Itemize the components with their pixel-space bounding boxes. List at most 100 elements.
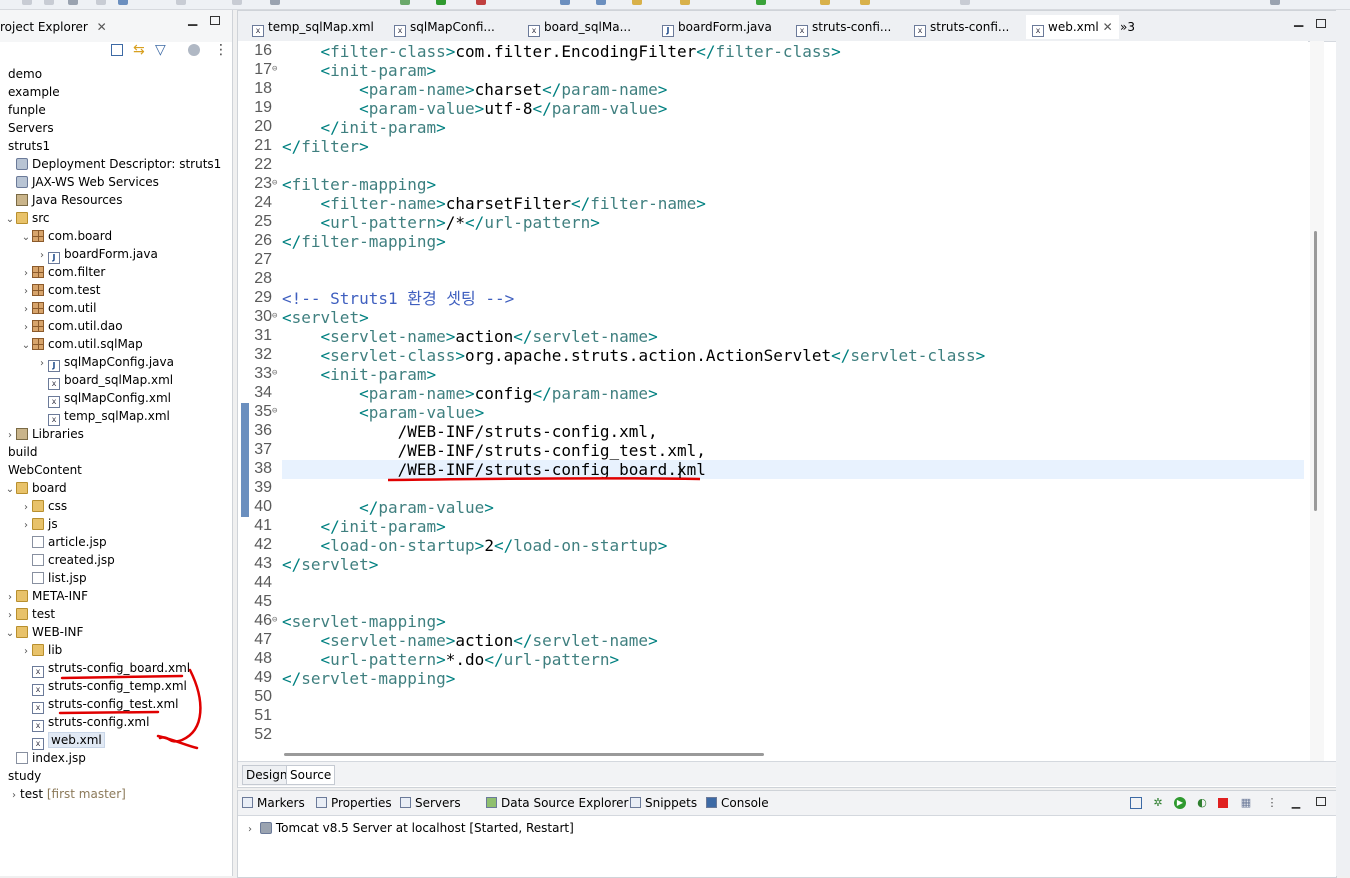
profile-icon[interactable]: ◐ [1196,797,1208,809]
code-line[interactable]: /WEB-INF/struts-config_test.xml, [282,441,706,460]
line-number: 20 [254,118,272,135]
fold-icon[interactable]: ⊖ [272,64,277,74]
code-line[interactable]: <filter-mapping> [282,175,436,194]
data-source-icon [486,797,497,808]
tab-snippets[interactable]: Snippets [630,794,697,812]
code-line[interactable]: </init-param> [282,118,446,137]
code-line[interactable]: <!-- Struts1 환경 셋팅 --> [282,289,514,308]
bottom-tab-bar: Markers Properties Servers Data Source E… [238,791,1336,816]
editor-tab[interactable]: x temp_sqlMap.xml [246,15,380,39]
editor-tab[interactable]: JboardForm.java [656,15,778,39]
editor-tab[interactable]: x struts-confi... [908,15,1015,39]
code-editor[interactable]: 16 <filter-class>com.filter.EncodingFilt… [238,41,1308,761]
code-line[interactable]: <servlet-name>action</servlet-name> [282,327,658,346]
code-line[interactable]: <url-pattern>/*</url-pattern> [282,213,600,232]
code-line[interactable]: <servlet-mapping> [282,612,446,631]
tab-servers[interactable]: Servers [400,794,461,812]
annotation-arrow-tail [156,734,199,750]
main-toolbar [0,0,1350,10]
line-number: 39 [254,479,272,496]
minimize-icon[interactable]: ▁ [1294,13,1303,27]
collapse-icon[interactable] [1130,797,1142,809]
line-number: 29 [254,289,272,306]
fold-icon[interactable]: ⊖ [272,178,277,188]
maximize-icon[interactable] [1316,797,1326,806]
line-number: 49 [254,669,272,686]
code-line[interactable]: <url-pattern>*.do</url-pattern> [282,650,620,669]
line-number: 34 [254,384,272,401]
code-line[interactable]: </filter-mapping> [282,232,446,251]
line-number: 38 [254,460,272,477]
code-line[interactable]: <init-param> [282,365,437,384]
line-number: 18 [254,80,272,97]
line-number: 32 [254,346,272,363]
stop-server-icon[interactable] [1218,798,1228,808]
editor-tab[interactable]: x struts-confi... [790,15,897,39]
start-server-icon[interactable]: ▶ [1174,797,1186,809]
code-line[interactable]: <filter-name>charsetFilter</filter-name> [282,194,706,213]
tab-snippets-label: Snippets [645,796,698,810]
line-number: 16 [254,42,272,59]
code-line[interactable]: </filter> [282,137,369,156]
fold-icon[interactable]: ⊖ [272,406,277,416]
horizontal-scrollbar[interactable] [284,753,764,756]
fold-icon[interactable]: ⊖ [272,368,277,378]
code-line[interactable]: </servlet> [282,555,378,574]
code-line[interactable]: <param-value>utf-8</param-value> [282,99,667,118]
xml-file-icon: x [528,25,540,37]
line-number: 51 [254,707,272,724]
tab-console-label: Console [721,796,769,810]
code-line[interactable]: <servlet-name>action</servlet-name> [282,631,658,650]
source-tab[interactable]: Source [286,765,336,785]
code-line[interactable]: /WEB-INF/struts-config_board.xml [282,460,706,479]
code-line[interactable]: <servlet-class>org.apache.struts.action.… [282,346,986,365]
code-line[interactable]: /WEB-INF/struts-config.xml, [282,422,658,441]
code-line[interactable]: </servlet-mapping> [282,669,455,688]
fold-icon[interactable]: ⊖ [272,311,277,321]
editor-tab[interactable]: x sqlMapConfi... [388,15,501,39]
scroll-thumb[interactable] [1314,231,1317,511]
maximize-icon[interactable] [1316,19,1326,28]
tab-console[interactable]: Console [706,794,769,812]
editor-tab-bar: x temp_sqlMap.xml x sqlMapConfi... x board_sq… [238,11,1336,42]
view-menu-icon[interactable]: ⋮ [1266,797,1278,809]
tab-properties-label: Properties [331,796,392,810]
close-icon[interactable]: ✕ [1099,20,1113,34]
xml-file-icon: x [1032,25,1044,37]
xml-file-icon: x [914,25,926,37]
annotation-marks [58,668,202,750]
fold-icon[interactable]: ⊖ [272,615,277,625]
line-number: 44 [254,574,272,591]
console-icon [706,797,717,808]
line-number: 45 [254,593,272,610]
design-tab[interactable]: Design [242,765,292,785]
design-source-tabs: Design Source [238,761,1336,786]
chevron-right-icon[interactable]: › [244,821,256,839]
editor-tab-label: boardForm.java [678,20,772,34]
editor-tab[interactable]: x web.xml ✕ [1026,15,1119,39]
minimize-icon[interactable]: ▁ [1290,797,1302,809]
code-line[interactable]: <filter-class>com.filter.EncodingFilter<… [282,42,841,61]
debug-icon[interactable]: ✲ [1152,797,1164,809]
code-line[interactable]: <param-name>config</param-name> [282,384,658,403]
editor-area: x temp_sqlMap.xml x sqlMapConfi... x board_sq… [237,10,1337,788]
tab-data-source-explorer[interactable]: Data Source Explorer [486,794,628,812]
code-line[interactable]: <init-param> [282,61,437,80]
vertical-scrollbar[interactable] [1310,41,1324,761]
code-line[interactable]: <param-name>charset</param-name> [282,80,667,99]
tab-properties[interactable]: Properties [316,794,392,812]
code-line[interactable]: <load-on-startup>2</load-on-startup> [282,536,668,555]
tomcat-server-icon [259,822,272,834]
editor-tab[interactable]: x board_sqlMa... [522,15,637,39]
server-row[interactable]: › Tomcat v8.5 Server at localhost [Start… [244,819,574,837]
code-line[interactable]: <param-value> [282,403,484,422]
tab-markers[interactable]: Markers [242,794,305,812]
publish-icon[interactable]: ▦ [1240,797,1252,809]
tab-overflow-button[interactable]: »3 [1120,15,1135,39]
line-number: 52 [254,726,272,743]
code-line[interactable]: </param-value> [282,498,494,517]
line-number: 26 [254,232,272,249]
code-line[interactable]: <servlet> [282,308,369,327]
code-line[interactable]: </init-param> [282,517,446,536]
line-number: 23 [254,175,272,192]
